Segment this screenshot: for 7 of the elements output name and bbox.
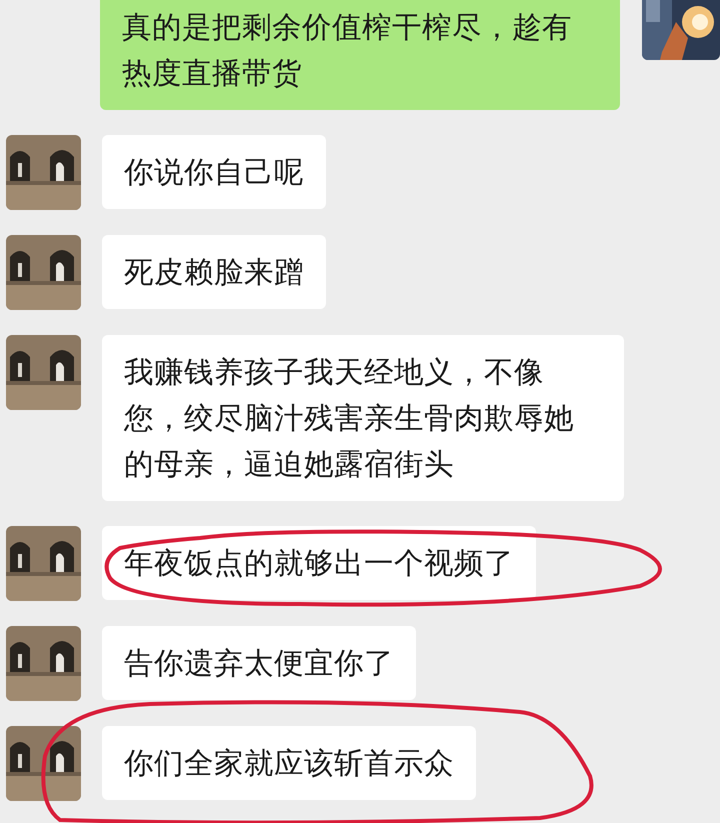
message-bubble: 真的是把剩余价值榨干榨尽，趁有热度直播带货 <box>100 0 620 110</box>
message-bubble: 你说你自己呢 <box>102 135 326 209</box>
message-bubble: 你们全家就应该斩首示众 <box>102 726 476 800</box>
message-bubble: 死皮赖脸来蹭 <box>102 235 326 309</box>
message-bubble: 年夜饭点的就够出一个视频了 <box>102 526 536 600</box>
message-bubble: 我赚钱养孩子我天经地义，不像您，绞尽脑汁残害亲生骨肉欺辱她的母亲，逼迫她露宿街头 <box>102 335 624 501</box>
message-bubble: 告你遗弃太便宜你了 <box>102 626 416 700</box>
